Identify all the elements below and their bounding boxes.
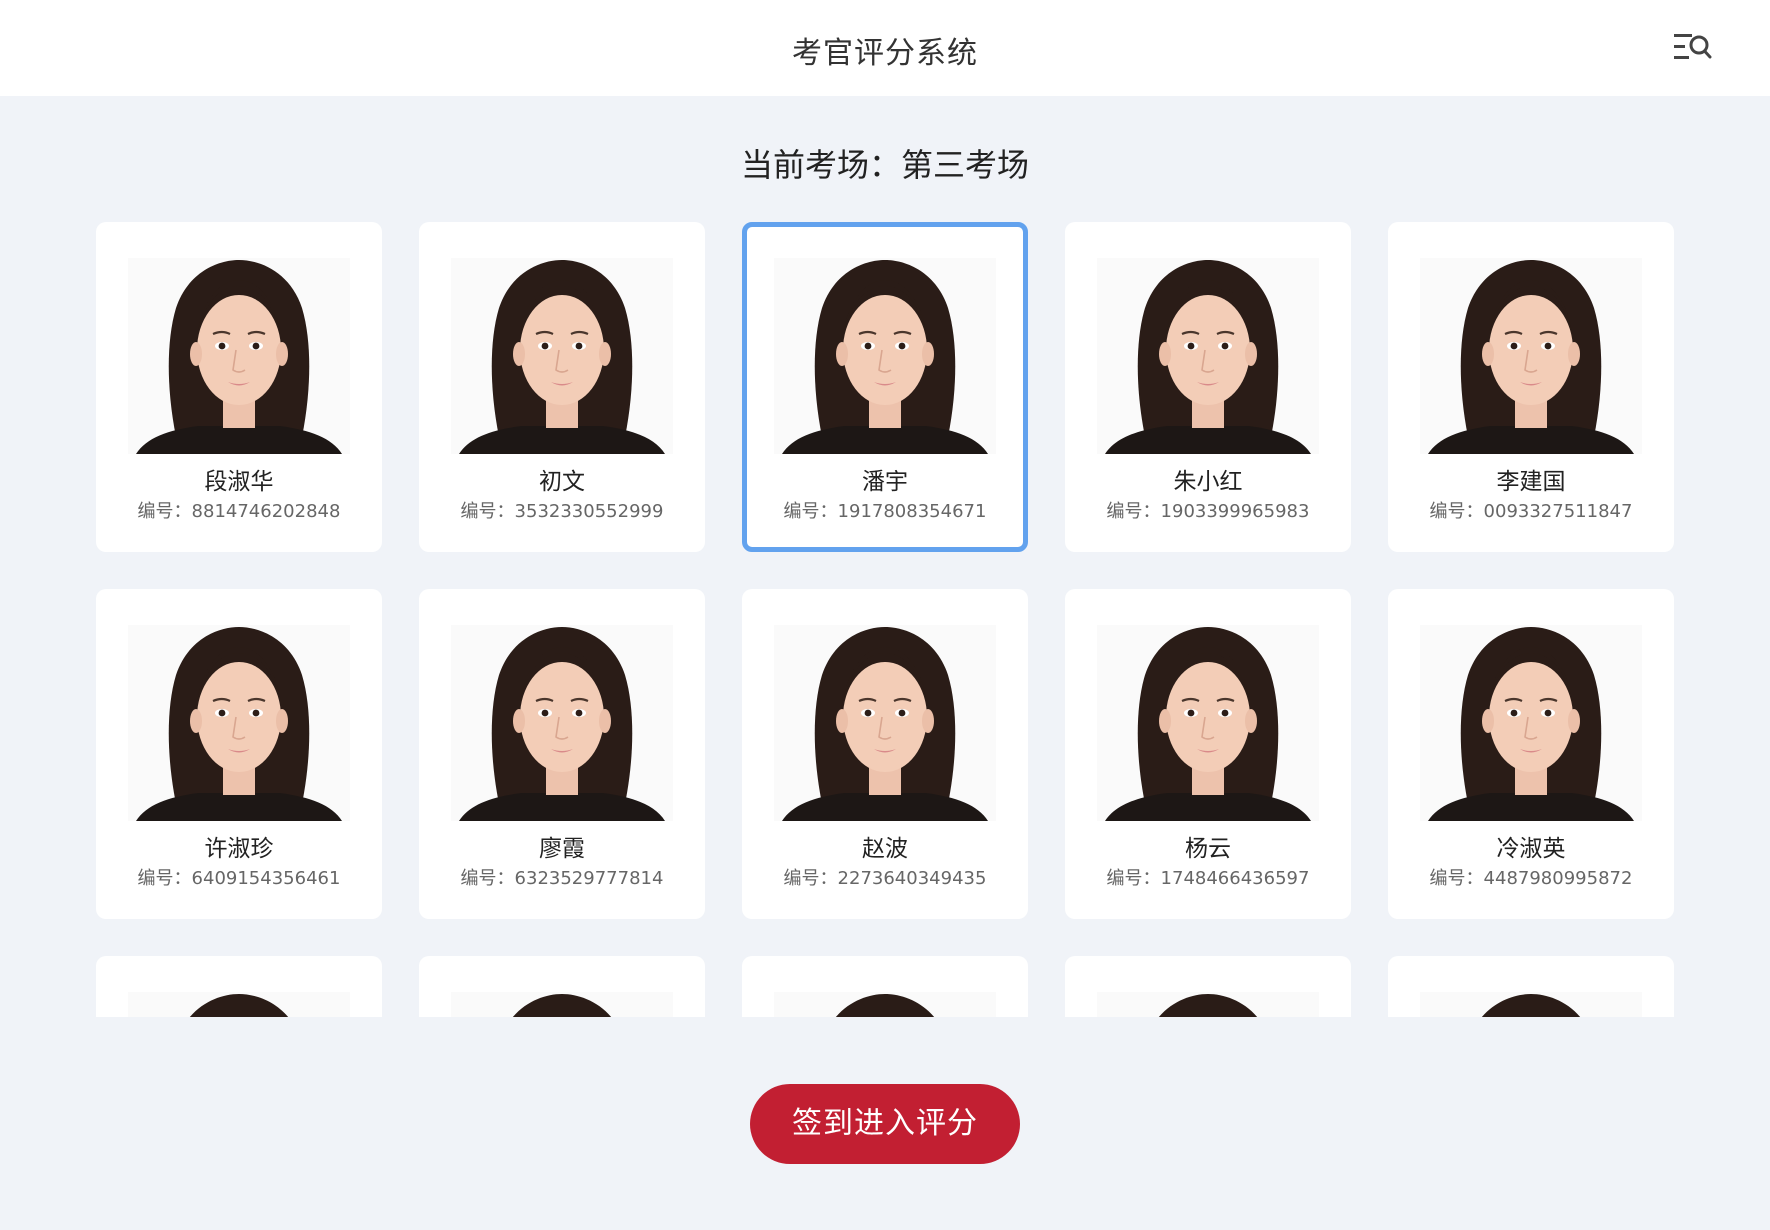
candidate-photo <box>774 992 996 1017</box>
menu-search-icon <box>1674 34 1712 59</box>
candidate-photo <box>774 625 996 821</box>
candidate-photo <box>1097 992 1319 1017</box>
app-header: 考官评分系统 <box>0 0 1770 96</box>
candidate-photo <box>451 992 673 1017</box>
candidate-name: 许淑珍 <box>204 836 274 862</box>
candidate-name: 初文 <box>539 469 585 495</box>
candidate-card[interactable]: 冷淑英编号：4487980995872 <box>1388 589 1674 919</box>
candidate-card[interactable]: 赵波编号：2273640349435 <box>742 589 1028 919</box>
candidate-card[interactable] <box>1388 956 1674 1017</box>
candidate-id: 编号：2273640349435 <box>783 868 987 889</box>
menu-search-button[interactable] <box>1672 30 1712 66</box>
candidate-photo <box>1420 625 1642 821</box>
candidate-name: 李建国 <box>1496 469 1566 495</box>
candidate-id: 编号：8814746202848 <box>137 501 341 522</box>
candidate-name: 杨云 <box>1185 836 1231 862</box>
candidate-photo <box>1097 625 1319 821</box>
candidate-name: 潘宇 <box>862 469 908 495</box>
candidate-id: 编号：3532330552999 <box>460 501 664 522</box>
candidate-grid-viewport[interactable]: 段淑华编号：8814746202848 初文编号：3532330552999 潘… <box>96 222 1674 1017</box>
candidate-name: 廖霞 <box>539 836 585 862</box>
candidate-photo <box>128 258 350 454</box>
candidate-photo <box>1097 258 1319 454</box>
candidate-id: 编号：1903399965983 <box>1106 501 1310 522</box>
current-exam-room: 当前考场：第三考场 <box>740 146 1029 184</box>
candidate-id: 编号：1917808354671 <box>783 501 987 522</box>
candidate-id: 编号：6409154356461 <box>137 868 341 889</box>
candidate-card[interactable]: 段淑华编号：8814746202848 <box>96 222 382 552</box>
candidate-card[interactable]: 许淑珍编号：6409154356461 <box>96 589 382 919</box>
candidate-photo <box>128 992 350 1017</box>
candidate-card[interactable] <box>1065 956 1351 1017</box>
candidate-card[interactable]: 潘宇编号：1917808354671 <box>742 222 1028 552</box>
candidate-card[interactable]: 初文编号：3532330552999 <box>419 222 705 552</box>
candidate-name: 段淑华 <box>204 469 274 495</box>
app-title: 考官评分系统 <box>792 36 978 71</box>
candidate-name: 赵波 <box>862 836 908 862</box>
candidate-name: 冷淑英 <box>1496 836 1566 862</box>
candidate-name: 朱小红 <box>1173 469 1243 495</box>
candidate-card[interactable]: 杨云编号：1748466436597 <box>1065 589 1351 919</box>
signin-enter-scoring-button[interactable]: 签到进入评分 <box>750 1084 1020 1164</box>
candidate-id: 编号：6323529777814 <box>460 868 664 889</box>
candidate-card[interactable]: 廖霞编号：6323529777814 <box>419 589 705 919</box>
candidate-photo <box>128 625 350 821</box>
candidate-photo <box>1420 992 1642 1017</box>
candidate-photo <box>451 258 673 454</box>
candidate-id: 编号：1748466436597 <box>1106 868 1310 889</box>
candidate-card[interactable] <box>419 956 705 1017</box>
candidate-card[interactable]: 朱小红编号：1903399965983 <box>1065 222 1351 552</box>
candidate-card[interactable]: 李建国编号：0093327511847 <box>1388 222 1674 552</box>
candidate-id: 编号：4487980995872 <box>1429 868 1633 889</box>
candidate-photo <box>774 258 996 454</box>
candidate-photo <box>451 625 673 821</box>
candidate-grid: 段淑华编号：8814746202848 初文编号：3532330552999 潘… <box>96 222 1674 1017</box>
candidate-photo <box>1420 258 1642 454</box>
candidate-id: 编号：0093327511847 <box>1429 501 1633 522</box>
candidate-card[interactable] <box>742 956 1028 1017</box>
candidate-card[interactable] <box>96 956 382 1017</box>
